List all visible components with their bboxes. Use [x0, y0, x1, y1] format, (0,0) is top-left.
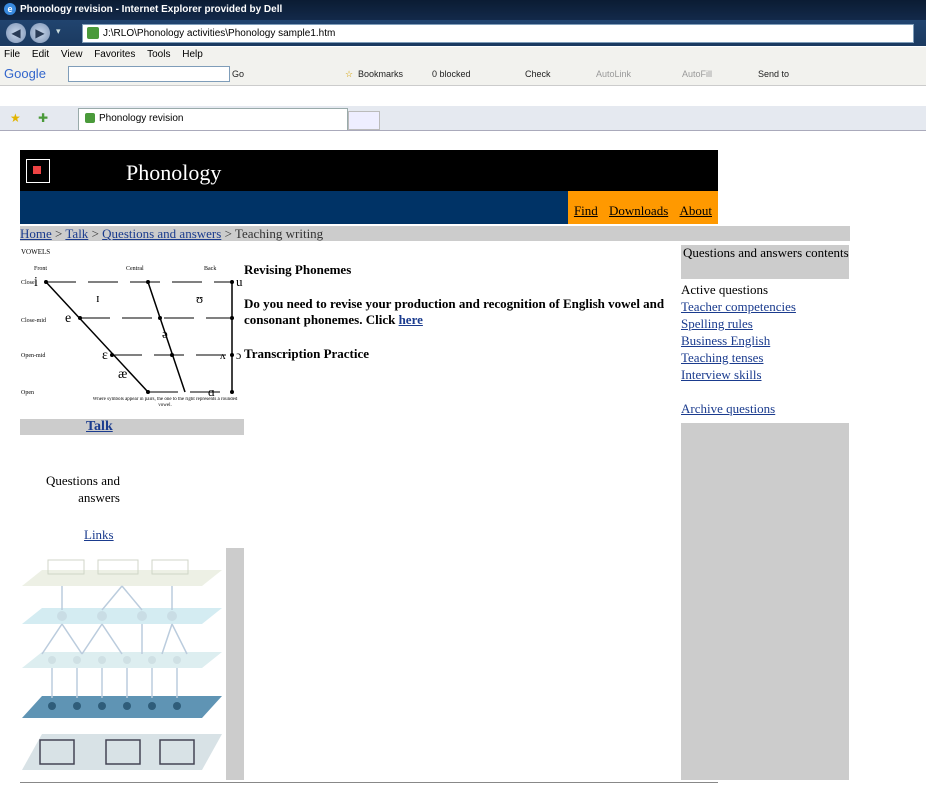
window-titlebar: e Phonology revision - Internet Explorer…	[0, 0, 926, 20]
crumb-current: Teaching writing	[234, 226, 324, 241]
ie-logo-icon: e	[4, 3, 16, 15]
questions-and-answers-label[interactable]: Questions and answers	[36, 472, 120, 506]
tab-label: Phonology revision	[99, 113, 184, 124]
autofill-button[interactable]: AutoFill	[682, 69, 712, 79]
menu-favorites[interactable]: Favorites	[94, 49, 135, 60]
svg-text:i: i	[34, 275, 38, 290]
address-toolbar: ◀ ▶ ▾ J:\RLO\Phonology activities\Phonol…	[0, 20, 926, 46]
blocked-button[interactable]: 0 blocked	[432, 69, 471, 79]
google-go-button[interactable]: Go	[232, 69, 244, 79]
menu-edit[interactable]: Edit	[32, 49, 49, 60]
transcription-practice-heading: Transcription Practice	[244, 346, 370, 361]
main-content: Revising Phonemes Do you need to revise …	[244, 262, 674, 374]
svg-text:ʌ: ʌ	[220, 350, 226, 362]
address-url: J:\RLO\Phonology activities\Phonology sa…	[103, 28, 336, 39]
tab-bar: ★ ✚ Phonology revision	[0, 106, 926, 131]
page-favicon-icon	[85, 113, 95, 124]
talk-bar: Talk	[20, 419, 244, 435]
address-input[interactable]: J:\RLO\Phonology activities\Phonology sa…	[82, 24, 914, 43]
svg-text:Front: Front	[34, 266, 47, 272]
menu-view[interactable]: View	[61, 49, 83, 60]
site-logo-icon	[26, 159, 50, 183]
add-favorite-icon[interactable]: ✚	[38, 111, 48, 125]
back-button[interactable]: ◀	[6, 23, 26, 43]
sidebar-item-teaching-tenses[interactable]: Teaching tenses	[681, 349, 849, 366]
svg-text:Close-mid: Close-mid	[21, 318, 46, 324]
svg-text:ɔ: ɔ	[236, 348, 241, 362]
nav-find-link[interactable]: Find	[574, 203, 598, 218]
svg-text:ə: ə	[162, 326, 168, 341]
right-sidebar-list: Active questions Teacher competencies Sp…	[681, 281, 849, 417]
svg-text:u: u	[236, 274, 243, 289]
google-logo: Google	[4, 66, 46, 81]
google-toolbar: Google Go ☆ Bookmarks 0 blocked Check Au…	[0, 63, 926, 86]
svg-text:Open-mid: Open-mid	[21, 353, 45, 359]
vowel-chart-note: Where symbols appear in pairs, the one t…	[92, 397, 238, 408]
sidebar-item-teacher-competencies[interactable]: Teacher competencies	[681, 298, 849, 315]
sidebar-item-interview-skills[interactable]: Interview skills	[681, 366, 849, 383]
active-questions-label: Active questions	[681, 282, 769, 297]
menu-bar: File Edit View Favorites Tools Help	[0, 47, 926, 63]
bookmarks-button[interactable]: Bookmarks	[358, 69, 403, 79]
svg-text:Back: Back	[204, 266, 216, 272]
site-title: Phonology	[126, 160, 222, 185]
left-gray-column	[226, 548, 244, 780]
check-button[interactable]: Check	[525, 69, 551, 79]
links-link[interactable]: Links	[84, 527, 114, 543]
crumb-home[interactable]: Home	[20, 226, 52, 241]
sidebar-item-archive-questions[interactable]: Archive questions	[681, 400, 849, 417]
svg-text:ɛ: ɛ	[102, 348, 108, 363]
svg-text:Open: Open	[21, 390, 34, 396]
history-dropdown-icon[interactable]: ▾	[56, 26, 61, 37]
sidebar-item-spelling-rules[interactable]: Spelling rules	[681, 315, 849, 332]
site-header: Phonology	[20, 150, 718, 191]
right-sidebar-heading: Questions and answers contents	[681, 245, 849, 279]
here-link[interactable]: here	[399, 312, 423, 327]
talk-link[interactable]: Talk	[86, 419, 113, 435]
svg-text:ʊ: ʊ	[196, 291, 203, 306]
menu-file[interactable]: File	[4, 49, 20, 60]
footer-rule	[20, 782, 718, 783]
phonology-layers-image	[22, 548, 226, 780]
window-title: Phonology revision - Internet Explorer p…	[20, 4, 283, 15]
vowel-chart-title: VOWELS	[21, 248, 50, 256]
svg-text:ɪ: ɪ	[96, 290, 100, 305]
menu-help[interactable]: Help	[182, 49, 203, 60]
crumb-talk[interactable]: Talk	[65, 226, 88, 241]
svg-text:e: e	[65, 311, 71, 326]
svg-text:Close: Close	[21, 280, 35, 286]
svg-text:Central: Central	[126, 266, 144, 272]
favorites-star-icon[interactable]: ★	[10, 111, 21, 125]
vowel-chart: VOWELS Front Central Back Close Close-mi…	[20, 246, 244, 419]
nav-about-link[interactable]: About	[680, 203, 713, 218]
new-tab-button[interactable]	[348, 111, 380, 130]
sidebar-item-business-english[interactable]: Business English	[681, 332, 849, 349]
nav-downloads-link[interactable]: Downloads	[609, 203, 668, 218]
nav-strip: Find Downloads About	[20, 191, 718, 224]
page-icon	[87, 27, 99, 40]
autolink-button[interactable]: AutoLink	[596, 69, 631, 79]
right-gray-column	[681, 423, 849, 780]
menu-tools[interactable]: Tools	[147, 49, 170, 60]
svg-text:æ: æ	[118, 367, 127, 382]
nav-links: Find Downloads About	[567, 191, 718, 224]
bookmark-star-icon: ☆	[345, 69, 354, 79]
revising-phonemes-heading: Revising Phonemes	[244, 262, 352, 277]
revising-phonemes-text: Do you need to revise your production an…	[244, 296, 665, 327]
google-search-input[interactable]	[68, 66, 230, 82]
forward-button[interactable]: ▶	[30, 23, 50, 43]
tab-phonology-revision[interactable]: Phonology revision	[78, 108, 348, 130]
breadcrumb: Home > Talk > Questions and answers > Te…	[20, 226, 850, 241]
crumb-qa[interactable]: Questions and answers	[102, 226, 221, 241]
sendto-button[interactable]: Send to	[758, 69, 789, 79]
